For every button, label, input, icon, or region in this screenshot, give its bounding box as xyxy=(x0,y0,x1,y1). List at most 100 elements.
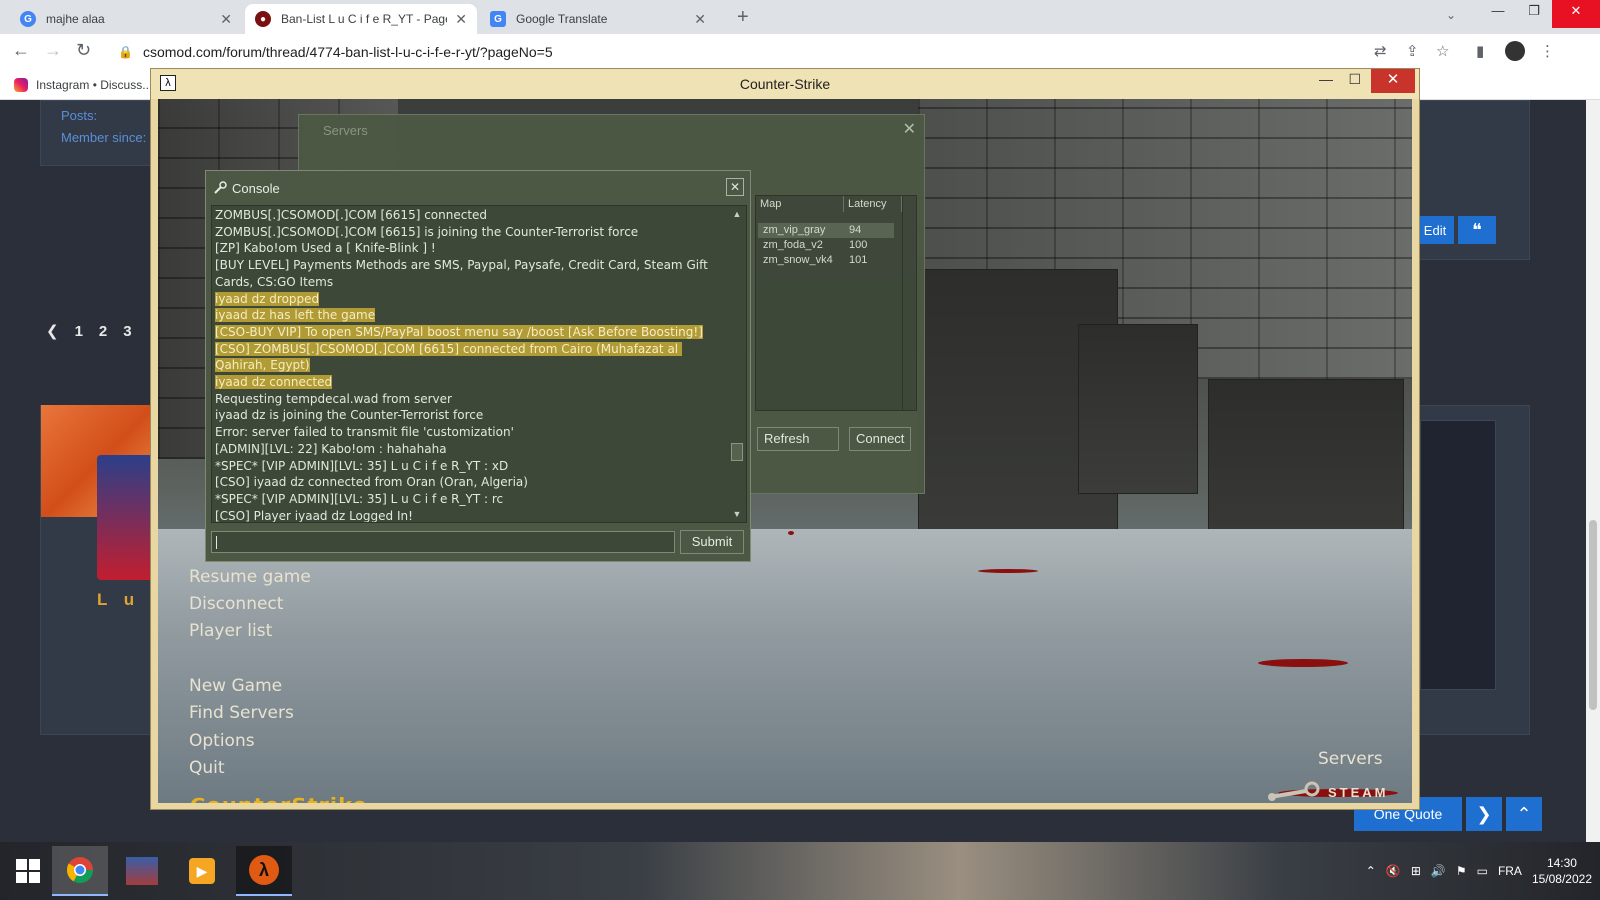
chrome-icon xyxy=(66,857,94,884)
share-icon[interactable]: ⇪ xyxy=(1406,42,1419,60)
server-row[interactable]: zm_foda_v2 100 xyxy=(758,238,894,253)
menu-disconnect[interactable]: Disconnect xyxy=(189,594,283,614)
tab-title: majhe alaa xyxy=(46,12,105,26)
address-bar[interactable]: 🔒 csomod.com/forum/thread/4774-ban-list-… xyxy=(108,38,1432,66)
minimize-button[interactable]: — xyxy=(1480,0,1516,28)
volume-icon[interactable]: 🔊 xyxy=(1431,864,1446,878)
snow-ground xyxy=(158,529,1412,803)
taskbar-chrome[interactable] xyxy=(52,846,108,896)
server-list-scrollbar[interactable] xyxy=(902,196,916,410)
console-line: [ZP] Kabo!om Used a [ Knife-Blink ] ! xyxy=(215,240,727,257)
side-panel-icon[interactable]: ▮ xyxy=(1476,42,1484,60)
quote-button[interactable]: ❝ xyxy=(1458,216,1496,244)
console-scrollbar[interactable]: ▲ ▼ xyxy=(729,207,745,521)
close-window-button[interactable]: ✕ xyxy=(1552,0,1600,28)
star-icon[interactable]: ☆ xyxy=(1436,42,1449,60)
column-latency[interactable]: Latency xyxy=(844,196,902,212)
page-link-1[interactable]: 1 xyxy=(75,323,83,340)
page-link-3[interactable]: 3 xyxy=(123,323,131,340)
reload-icon[interactable]: ↻ xyxy=(76,40,91,61)
close-button[interactable]: ✕ xyxy=(1371,69,1415,93)
cs-titlebar[interactable]: λ Counter-Strike — ☐ ✕ xyxy=(151,69,1419,99)
menu-options[interactable]: Options xyxy=(189,731,255,751)
steam-icon xyxy=(214,181,227,194)
taskbar-media-player[interactable]: ▶ xyxy=(174,846,230,896)
network-icon[interactable]: ⊞ xyxy=(1411,864,1421,878)
connect-button[interactable]: Connect xyxy=(849,427,911,451)
page-scrollbar[interactable] xyxy=(1586,100,1600,842)
console-line: *SPEC* [VIP ADMIN][LVL: 35] L u C i f e … xyxy=(215,458,727,475)
chevron-left-icon[interactable]: ❮ xyxy=(46,322,59,340)
console-title: Console xyxy=(232,181,280,196)
server-row[interactable]: zm_vip_gray 94 xyxy=(758,223,894,238)
back-icon[interactable]: ← xyxy=(12,40,30,61)
profile-avatar[interactable] xyxy=(1505,41,1525,61)
console-line: ZOMBUS[.]CSOMOD[.]COM [6615] connected xyxy=(215,207,727,224)
scroll-top-icon[interactable]: ⌃ xyxy=(1506,797,1542,831)
clock[interactable]: 14:30 15/08/2022 xyxy=(1532,855,1592,887)
console-dialog: Console ✕ ZOMBUS[.]CSOMOD[.]COM [6615] c… xyxy=(205,170,751,562)
edit-button[interactable]: Edit xyxy=(1416,216,1454,244)
close-icon[interactable]: ✕ xyxy=(694,11,706,28)
display-icon[interactable]: ▭ xyxy=(1477,864,1488,878)
language-indicator[interactable]: FRA xyxy=(1498,864,1522,878)
speaker-muted-icon[interactable]: 🔇 xyxy=(1386,864,1401,878)
scrollbar-thumb[interactable] xyxy=(731,443,743,461)
play-icon: ▶ xyxy=(189,858,215,884)
scroll-down-icon[interactable]: ▼ xyxy=(729,507,745,521)
csomod-icon: ● xyxy=(255,11,271,27)
scrollbar-thumb[interactable] xyxy=(1589,520,1597,710)
minimize-button[interactable]: — xyxy=(1319,71,1333,87)
tab-ban-list[interactable]: ● Ban-List L u C i f e R_YT - Page 5 ✕ xyxy=(245,4,477,34)
tab-majhe-alaa[interactable]: G majhe alaa ✕ xyxy=(10,4,242,34)
servers-link[interactable]: Servers xyxy=(1318,749,1383,769)
menu-new-game[interactable]: New Game xyxy=(189,676,282,696)
flag-icon[interactable]: ⚑ xyxy=(1456,864,1467,878)
bookmark-instagram[interactable]: Instagram • Discuss... xyxy=(36,78,152,92)
console-line-text: *SPEC* [VIP ADMIN][LVL: 35] L u C i f e … xyxy=(215,458,509,473)
server-row[interactable]: zm_snow_vk4 101 xyxy=(758,253,894,268)
page-link-2[interactable]: 2 xyxy=(99,323,107,340)
chevron-right-icon[interactable]: ❯ xyxy=(1466,797,1502,831)
close-icon[interactable]: ✕ xyxy=(903,119,916,139)
tab-title: Ban-List L u C i f e R_YT - Page 5 xyxy=(281,12,448,26)
close-icon[interactable]: ✕ xyxy=(220,11,232,28)
restore-button[interactable]: ❐ xyxy=(1516,0,1552,28)
maximize-button[interactable]: ☐ xyxy=(1348,71,1361,88)
menu-player-list[interactable]: Player list xyxy=(189,621,272,641)
console-line: *SPEC* [VIP ADMIN][LVL: 35] L u C i f e … xyxy=(215,491,727,508)
chevron-up-icon[interactable]: ⌃ xyxy=(1366,864,1376,878)
refresh-button[interactable]: Refresh xyxy=(757,427,839,451)
menu-quit[interactable]: Quit xyxy=(189,758,225,778)
chevron-down-icon[interactable]: ⌄ xyxy=(1446,8,1456,22)
game-viewport[interactable]: Servers ✕ Map Latency zm_vip_gray 94 zm_… xyxy=(158,99,1412,803)
server-list[interactable]: Map Latency zm_vip_gray 94 zm_foda_v2 10… xyxy=(755,195,917,411)
forward-icon[interactable]: → xyxy=(44,40,62,61)
menu-icon[interactable]: ⋮ xyxy=(1540,42,1555,60)
steam-label: STEAM xyxy=(1328,784,1389,800)
start-button[interactable] xyxy=(0,846,56,896)
google-g-icon: G xyxy=(20,11,36,27)
tab-google-translate[interactable]: G Google Translate ✕ xyxy=(480,4,716,34)
submit-button[interactable]: Submit xyxy=(680,530,744,554)
clock-time: 14:30 xyxy=(1546,856,1577,870)
console-input[interactable] xyxy=(211,531,675,553)
taskbar-game[interactable] xyxy=(114,846,170,896)
menu-find-servers[interactable]: Find Servers xyxy=(189,703,294,723)
close-icon[interactable]: ✕ xyxy=(726,178,744,196)
column-map[interactable]: Map xyxy=(756,196,844,212)
scroll-up-icon[interactable]: ▲ xyxy=(729,207,745,221)
console-line-text: iyaad dz dropped xyxy=(215,291,320,306)
translate-page-icon[interactable]: ⇄ xyxy=(1374,42,1387,60)
console-output[interactable]: ZOMBUS[.]CSOMOD[.]COM [6615] connected ZO… xyxy=(211,205,747,523)
avatar[interactable] xyxy=(97,455,157,580)
instagram-icon xyxy=(14,77,28,92)
new-tab-button[interactable]: + xyxy=(737,6,749,29)
translate-icon: G xyxy=(490,11,506,27)
taskbar-half-life[interactable]: λ xyxy=(236,846,292,896)
windows-taskbar: ▶ λ ⌃ 🔇 ⊞ 🔊 ⚑ ▭ FRA 14:30 15/08/2022 xyxy=(0,842,1600,900)
close-icon[interactable]: ✕ xyxy=(455,11,467,28)
menu-resume-game[interactable]: Resume game xyxy=(189,567,311,587)
blood-splatter xyxy=(788,531,794,535)
console-line: [CSO-BUY VIP] To open SMS/PayPal boost m… xyxy=(215,324,727,341)
